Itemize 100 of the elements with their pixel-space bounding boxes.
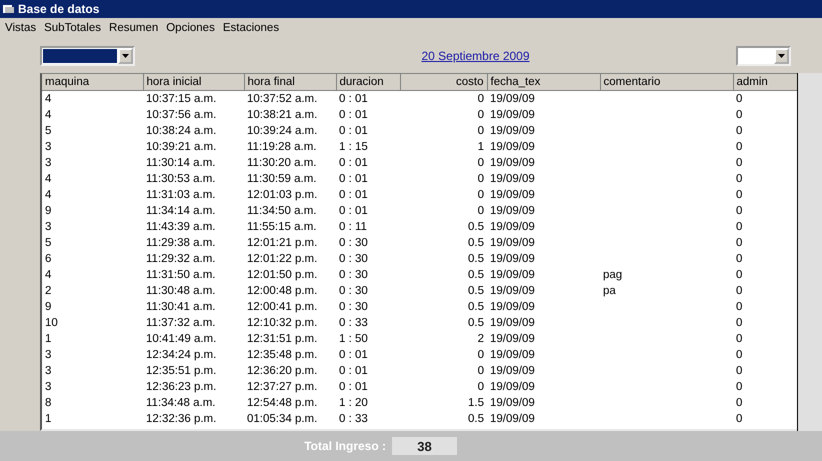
table-cell-text: 10:37:56 a.m. [145,108,218,123]
table-cell-text: 0 : 33 [338,412,369,427]
table-cell-text: 0.5 [467,284,485,299]
table-cell-text: 19/09/09 [489,412,536,427]
table-cell-text: 0 [735,108,744,123]
menu-item[interactable]: Resumen [105,22,162,34]
table-cell-text: 0 [735,188,744,203]
table-cell-text: 3 [44,364,52,379]
table-cell: 0 : 01 [336,90,400,107]
table-cell-text: 12:01:22 p.m. [246,252,318,267]
table-cell-text: 0 : 30 [338,236,369,251]
table-cell-text: 19/09/09 [489,156,536,171]
table-cell-text: 0 : 01 [338,348,369,363]
table-cell: 10:37:15 a.m. [143,90,244,107]
table-cell-text: 11:55:15 a.m. [246,220,318,235]
table-cell-text: 0 [735,396,744,411]
table-cell-text: 9 [44,204,52,219]
table-cell-text: 0.5 [467,252,485,267]
table-cell-text: 19/09/09 [489,380,536,395]
menu-item[interactable]: Vistas [1,22,40,34]
table-cell-text: 0 [476,204,485,219]
table-cell-text: 0 [735,284,744,299]
table-cell-text: 19/09/09 [489,332,536,347]
table-cell-text: 0 [735,124,744,139]
table-cell-text: 19/09/09 [489,348,536,363]
table-cell-text: 11:37:32 a.m. [145,316,216,331]
table-cell-text: 0 [476,380,485,395]
table-cell-text: 0 : 01 [338,124,369,139]
column-header[interactable]: hora inicial [143,74,244,90]
menu-item[interactable]: Opciones [162,22,219,34]
table-cell: 10:37:52 a.m. [244,90,336,107]
table-cell-text: 3 [44,140,52,155]
table-cell-text: 11:30:53 a.m. [145,172,216,187]
table-cell-text: 2 [44,284,52,299]
table-cell-text: 0 : 30 [338,252,369,267]
table-cell-text: 0 : 01 [338,204,369,219]
table-cell-text: 0 : 01 [338,364,369,379]
dropdown[interactable] [40,46,135,66]
table-cell-text: 11:34:50 a.m. [246,204,318,219]
table-cell-text: 19/09/09 [489,364,536,379]
table-cell-text: 19/09/09 [489,108,536,123]
table-cell-text: 19/09/09 [489,300,536,315]
table-cell-text: 11:31:50 a.m. [145,268,216,283]
table-cell-text: 12:01:50 p.m. [246,268,318,283]
table-cell-text: 0 [735,140,744,155]
table-cell-text: 0 [735,204,744,219]
table-cell-text: 11:30:48 a.m. [145,284,216,299]
column-header[interactable]: comentario [600,74,733,90]
table-cell-text: 19/09/09 [489,124,536,139]
table-cell-text: 3 [44,156,52,171]
table-cell-text: 4 [44,172,52,187]
table-cell-text: 0 [735,252,744,267]
table-cell-text: 12:34:24 p.m. [145,348,218,363]
table-cell-text: 19/09/09 [489,252,536,267]
column-header[interactable]: maquina [42,74,143,90]
column-header[interactable]: admin [733,74,797,90]
table-cell-text: 0.5 [467,300,485,315]
menu-item[interactable]: Estaciones [218,22,284,34]
window-title: Base de datos [18,2,100,16]
table-cell-text: 10 [44,316,59,331]
table-cell-text: 0.5 [467,236,485,251]
table-cell-text: 3 [44,220,52,235]
table-cell-text: 11:30:59 a.m. [246,172,318,187]
table-cell-text: 0.5 [467,268,485,283]
table-cell-text: 12:01:21 p.m. [246,236,318,251]
table-cell-text: 5 [44,124,52,139]
table-cell-text: 19/09/09 [489,220,536,235]
table-cell-text: 12:00:48 p.m. [246,284,318,299]
table-cell-text: 0 : 01 [338,172,369,187]
column-header[interactable]: fecha_tex [487,74,600,90]
table-cell-text: 0 : 11 [338,220,368,235]
table-cell-text: 2 [476,332,485,347]
table-cell-text: 0 : 01 [338,108,369,123]
table-cell-text: pa [602,284,617,299]
table-cell-text: 5 [44,236,52,251]
table-cell-text: 11:31:03 a.m. [145,188,216,203]
table-cell-text: 0 : 01 [338,156,369,171]
table-cell-text: 0 : 30 [338,284,369,299]
dropdown-arrow-icon [122,54,129,58]
table-cell-text: 0 : 01 [338,188,369,203]
table-cell-text: 10:39:24 a.m. [246,124,318,139]
table-cell-text: 11:29:32 a.m. [145,252,216,267]
table-cell-text: 0 [735,348,744,363]
table-cell-text: 1 [44,332,52,347]
table-cell-text: 11:43:39 a.m. [145,220,216,235]
table-cell-text: 0 [476,172,485,187]
table-cell-text: 0.5 [467,412,485,427]
column-header[interactable]: hora final [244,74,336,90]
table-cell-text: 12:31:51 p.m. [246,332,318,347]
column-header[interactable]: costo [400,74,487,90]
window-icon [3,4,14,14]
table-cell-text: 19/09/09 [489,396,536,411]
table-cell-text: 12:10:32 p.m. [246,316,318,331]
menu-item[interactable]: SubTotales [40,22,106,34]
table-cell-text: 12:37:27 p.m. [246,380,318,395]
column-header[interactable]: duracion [336,74,400,90]
date-link[interactable]: 20 Septiembre 2009 [135,48,736,62]
table-cell-text: 1 : 50 [338,332,369,347]
table-cell-text: 0 [476,348,485,363]
table-cell-text: 0 [476,124,485,139]
